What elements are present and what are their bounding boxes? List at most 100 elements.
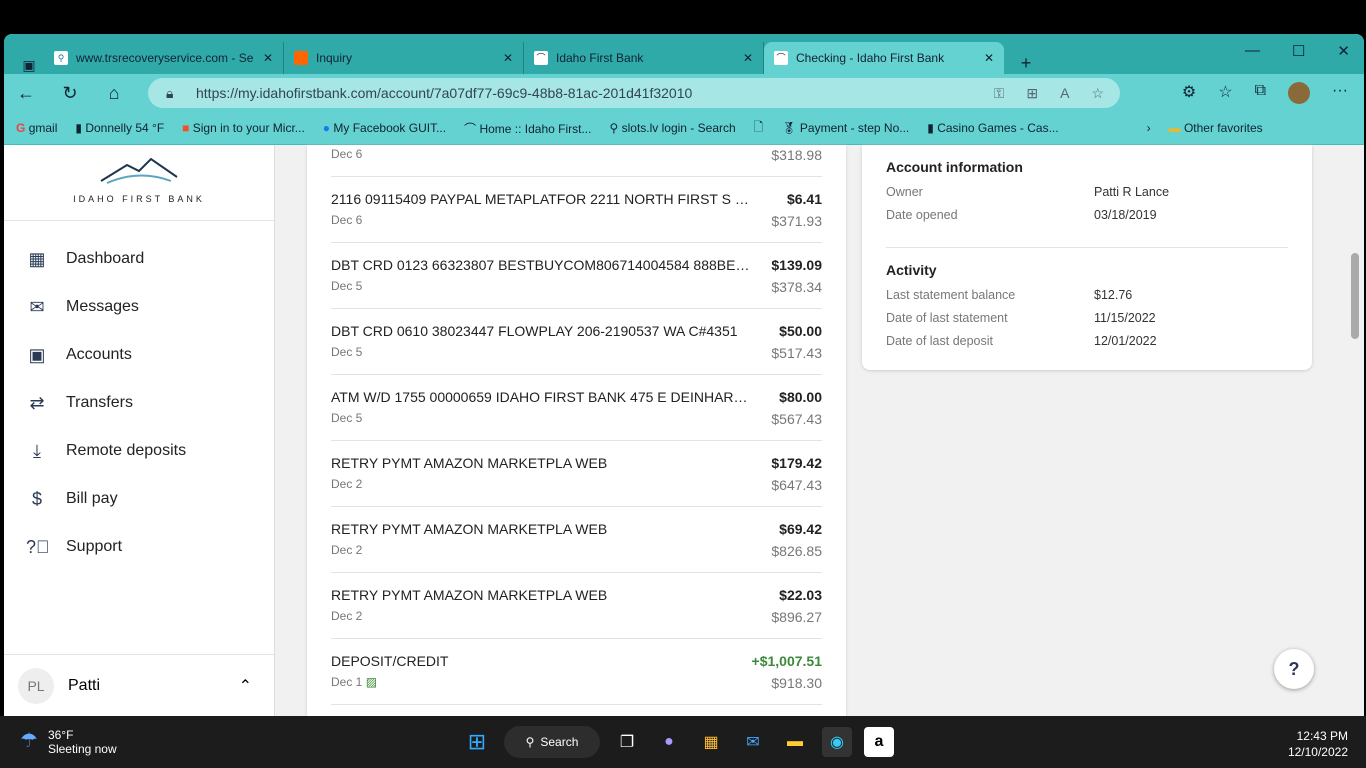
- running-balance: $647.43: [771, 477, 822, 493]
- sidebar-item-dashboard[interactable]: ▦ Dashboard: [4, 235, 274, 283]
- transaction-row[interactable]: DBT CRD 0123 66323807 BESTBUYCOM80671400…: [331, 243, 822, 309]
- bookmark-gmail[interactable]: G gmail: [16, 121, 57, 135]
- back-button[interactable]: ←: [4, 83, 48, 104]
- tab-checking[interactable]: ⌒ Checking - Idaho First Bank ✕: [764, 42, 1004, 74]
- sidebar-item-remote-deposits[interactable]: ⤓ Remote deposits: [4, 427, 274, 475]
- sidebar: IDAHO FIRST BANK ▦ Dashboard ✉ Messages ▣ A…: [4, 145, 275, 716]
- bank-logo[interactable]: IDAHO FIRST BANK: [4, 145, 274, 221]
- transaction-row[interactable]: DEPOSIT/CREDIT Dec 1 ▨ +$1,007.51 $918.30: [331, 639, 822, 705]
- collections-icon[interactable]: ⧉: [1255, 82, 1266, 104]
- favorites-icon[interactable]: ☆: [1218, 82, 1232, 104]
- transaction-amount: $139.09: [771, 257, 822, 273]
- running-balance: $826.85: [771, 543, 822, 559]
- running-balance: $567.43: [771, 411, 822, 427]
- image-icon[interactable]: ▨: [366, 675, 377, 689]
- transaction-row[interactable]: 2116 09115409 PAYPAL METAPLATFOR 2211 NO…: [331, 177, 822, 243]
- new-tab-button[interactable]: +: [1004, 53, 1048, 74]
- user-menu[interactable]: PL Patti ⌃: [4, 654, 274, 716]
- transaction-amount: $69.42: [779, 521, 822, 537]
- sidebar-item-transfers[interactable]: ⇄ Transfers: [4, 379, 274, 427]
- transaction-description: RETRY PYMT AMAZON MARKETPLA WEB: [331, 521, 608, 537]
- activity-title: Activity: [886, 262, 937, 278]
- transaction-amount: $80.00: [779, 389, 822, 405]
- close-window-icon[interactable]: ✕: [1337, 42, 1350, 60]
- minimize-icon[interactable]: —: [1245, 42, 1260, 60]
- search-icon: ⚲: [525, 735, 535, 749]
- amazon-icon[interactable]: a: [864, 727, 894, 757]
- transaction-row[interactable]: RETRY PYMT AMAZON MARKETPLA WEB Dec 2 $22.…: [331, 573, 822, 639]
- avatar: PL: [18, 667, 54, 704]
- dashboard-icon: ▦: [28, 248, 46, 269]
- transaction-row[interactable]: ATM W/D 1755 00000659 IDAHO FIRST BANK 4…: [331, 375, 822, 441]
- scrollbar-thumb[interactable]: [1351, 253, 1359, 339]
- more-icon[interactable]: ···: [1332, 82, 1348, 104]
- task-view-icon[interactable]: ❐: [612, 727, 642, 757]
- tab-idaho-first-bank[interactable]: ⌒ Idaho First Bank ✕: [524, 42, 764, 74]
- transaction-amount: $22.03: [779, 587, 822, 603]
- transaction-row[interactable]: DBT CRD 0610 38023447 FLOWPLAY 206-21905…: [331, 309, 822, 375]
- transaction-row[interactable]: Dec 6 $318.98: [331, 111, 822, 177]
- scrollbar[interactable]: [1346, 145, 1364, 716]
- wallet-icon: ▣: [28, 344, 46, 365]
- maximize-icon[interactable]: ☐: [1292, 42, 1305, 60]
- profile-avatar[interactable]: [1288, 82, 1311, 104]
- tab-actions-icon[interactable]: ▣: [14, 57, 44, 74]
- search-icon: ⚲: [54, 51, 68, 65]
- close-tab-icon[interactable]: ✕: [503, 51, 513, 65]
- chevron-up-icon[interactable]: ⌃: [239, 676, 252, 696]
- sidebar-item-bill-pay[interactable]: $ Bill pay: [4, 475, 274, 523]
- transaction-date: Dec 2: [331, 477, 363, 491]
- bookmarks-overflow-icon[interactable]: ›: [1147, 121, 1151, 135]
- sidebar-item-accounts[interactable]: ▣ Accounts: [4, 331, 274, 379]
- tab-inquiry[interactable]: Inquiry ✕: [284, 42, 524, 74]
- running-balance: $318.98: [771, 147, 822, 163]
- extensions-icon[interactable]: ⚙: [1182, 82, 1196, 104]
- bookmark-casino[interactable]: ▮ Casino Games - Cas...: [927, 121, 1058, 135]
- clock[interactable]: 12:43 PM 12/10/2022: [1288, 728, 1348, 760]
- store-icon[interactable]: ▦: [696, 727, 726, 757]
- account-info-title: Account information: [886, 159, 1023, 175]
- sidebar-item-support[interactable]: ?⃝ Support: [4, 523, 274, 571]
- bill-icon: $: [31, 488, 42, 509]
- address-bar[interactable]: 🔒︎ https://my.idahofirstbank.com/account/…: [148, 78, 1120, 108]
- transaction-date: Dec 6: [331, 147, 363, 161]
- running-balance: $918.30: [771, 675, 822, 691]
- transaction-description: RETRY PYMT AMAZON MARKETPLA WEB: [331, 587, 608, 603]
- start-icon[interactable]: ⊞: [462, 727, 492, 757]
- file-explorer-icon[interactable]: ▬: [780, 727, 810, 757]
- edge-icon[interactable]: ◉: [822, 727, 852, 757]
- transaction-row[interactable]: RETRY PYMT AMAZON MARKETPLA WEB Dec 2 $179…: [331, 441, 822, 507]
- transaction-amount: $50.00: [779, 323, 822, 339]
- close-tab-icon[interactable]: ✕: [984, 51, 994, 65]
- mail-icon: ✉: [29, 296, 45, 317]
- tab-trsrecovery[interactable]: ⚲ www.trsrecoveryservice.com - Se ✕: [44, 42, 284, 74]
- weather-widget[interactable]: ☂ 36°F Sleeting now: [20, 728, 117, 756]
- other-favorites[interactable]: ▬ Other favorites: [1169, 121, 1263, 135]
- transaction-date: Dec 2: [331, 543, 363, 557]
- transaction-description: DEPOSIT/CREDIT: [331, 653, 449, 669]
- bookmark-microsoft[interactable]: ■ Sign in to your Micr...: [182, 121, 305, 135]
- close-tab-icon[interactable]: ✕: [263, 51, 273, 65]
- toolbar: ← ↻ ⌂ 🔒︎ https://my.idahofirstbank.com/ac…: [4, 74, 1364, 112]
- mail-icon[interactable]: ✉: [738, 727, 768, 757]
- running-balance: $517.43: [771, 345, 822, 361]
- read-aloud-icon[interactable]: A: [1060, 85, 1069, 102]
- transaction-description: RETRY PYMT AMAZON MARKETPLA WEB: [331, 455, 608, 471]
- help-button[interactable]: ?: [1274, 649, 1314, 689]
- transaction-row[interactable]: RETRY PYMT AMAZON MARKETPLA WEB Dec 2 $69.…: [331, 507, 822, 573]
- taskbar-search[interactable]: ⚲ Search: [504, 726, 600, 758]
- teams-icon[interactable]: ●: [654, 727, 684, 757]
- close-tab-icon[interactable]: ✕: [743, 51, 753, 65]
- home-button[interactable]: ⌂: [92, 83, 136, 104]
- sidebar-item-messages[interactable]: ✉ Messages: [4, 283, 274, 331]
- refresh-button[interactable]: ↻: [48, 83, 92, 104]
- transaction-date: Dec 6: [331, 213, 363, 227]
- bookmark-donnelly[interactable]: ▮ Donnelly 54 °F: [75, 121, 164, 135]
- transaction-date: Dec 2: [331, 609, 363, 623]
- bank-favicon-icon: ⌒: [774, 51, 788, 65]
- key-icon[interactable]: ⚿: [994, 85, 1005, 102]
- favorite-star-icon[interactable]: ☆: [1091, 85, 1104, 102]
- running-balance: $896.27: [771, 609, 822, 625]
- help-icon: ?⃝: [26, 536, 50, 557]
- apps-icon[interactable]: ⊞: [1026, 85, 1038, 102]
